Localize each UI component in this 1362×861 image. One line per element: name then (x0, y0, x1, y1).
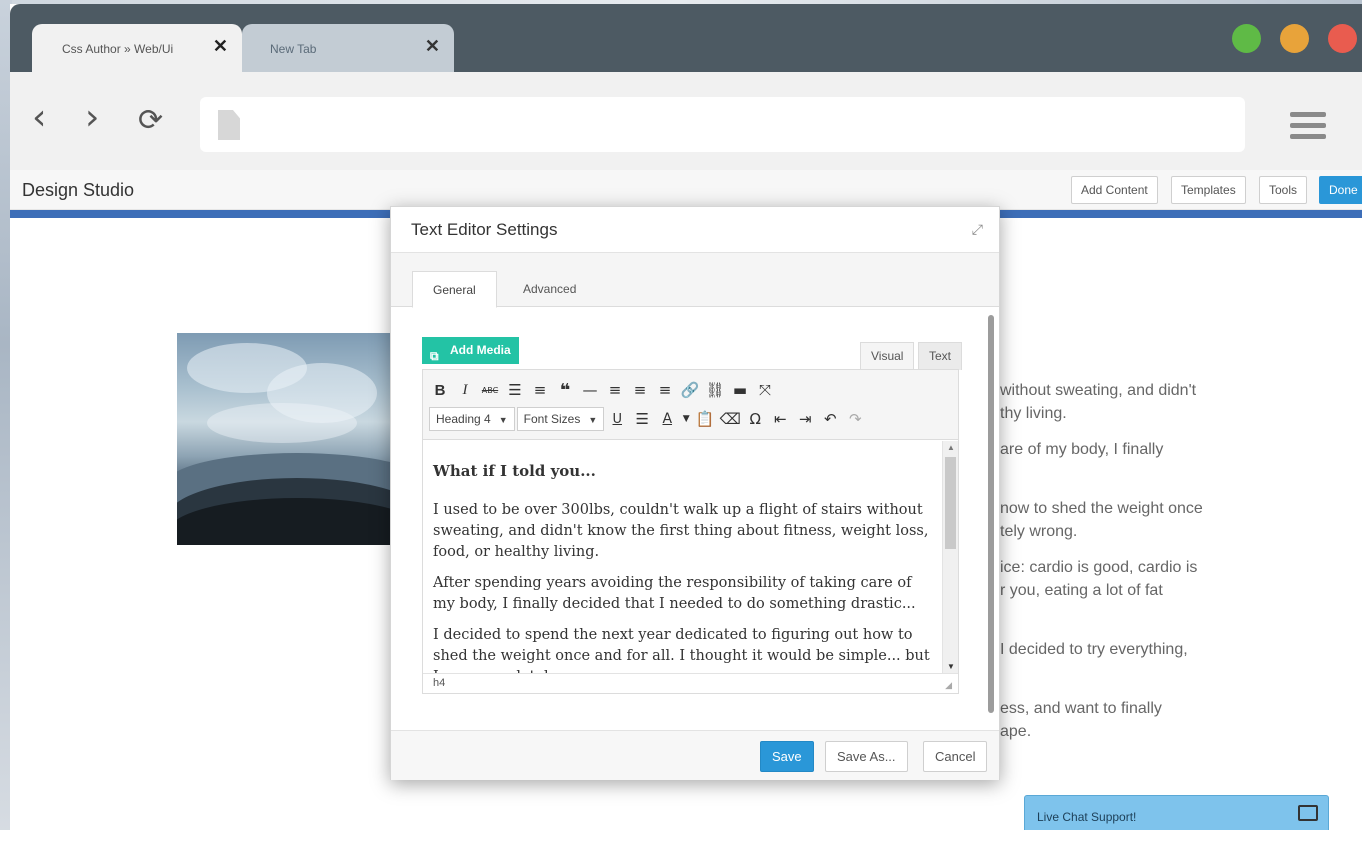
add-content-button[interactable]: Add Content (1071, 176, 1158, 204)
background-text-line: ice: cardio is good, cardio is (1000, 559, 1198, 576)
dialog-title: Text Editor Settings (411, 220, 558, 239)
content-paragraph: I used to be over 300lbs, couldn't walk … (433, 502, 929, 560)
hamburger-menu-icon[interactable] (1290, 112, 1326, 142)
backdrop-bottom (0, 830, 1362, 861)
tab-visual[interactable]: Visual (860, 342, 915, 370)
background-text-line: I decided to try everything, (1000, 641, 1188, 658)
close-window-button[interactable] (1328, 24, 1357, 53)
fullscreen-icon[interactable]: ⤧ (754, 378, 776, 402)
read-more-icon[interactable]: ▬ (729, 378, 751, 402)
builder-bar: Design Studio Add Content Templates Tool… (10, 170, 1362, 210)
bullet-list-icon[interactable]: ☰ (504, 378, 526, 402)
save-button[interactable]: Save (760, 741, 814, 772)
background-text-line: now to shed the weight once (1000, 500, 1203, 517)
horizontal-rule-icon[interactable]: — (579, 378, 601, 402)
tab-text[interactable]: Text (918, 342, 963, 370)
live-chat-widget[interactable]: Live Chat Support! (1024, 795, 1329, 832)
paste-text-icon[interactable]: 📋 (694, 407, 716, 431)
resize-grip-icon[interactable]: ◢ (945, 680, 952, 691)
blockquote-icon[interactable]: ❝ (554, 378, 576, 402)
media-icon: ⧉ (430, 349, 439, 363)
dialog-tabs: General Advanced (391, 253, 999, 308)
editor-scrollbar[interactable]: ▲ ▼ (942, 441, 958, 673)
minimize-window-button[interactable] (1280, 24, 1309, 53)
text-color-icon[interactable]: A (656, 407, 678, 431)
text-color-dropdown-icon[interactable]: ▼ (681, 407, 691, 431)
address-bar[interactable] (200, 97, 1245, 152)
justify-icon[interactable]: ☰ (631, 407, 653, 431)
indent-icon[interactable]: ⇥ (794, 407, 816, 431)
dialog-footer: Save Save As... Cancel (391, 730, 999, 780)
editor-toolbar: B I ABC ☰ ≡ ❝ — ≡ ≡ ≡ 🔗 ⛓ ▬ ⤧ Heading 4 ▼… (423, 370, 958, 440)
done-button[interactable]: Done (1319, 176, 1362, 204)
clear-formatting-icon[interactable]: ⌫ (719, 407, 741, 431)
dialog-header: Text Editor Settings ⤢ (391, 207, 999, 253)
close-tab-icon[interactable]: ✕ (213, 36, 228, 57)
reload-icon[interactable]: ⟳ (138, 103, 163, 139)
content-heading: What if I told you... (433, 462, 596, 480)
rich-text-editor: B I ABC ☰ ≡ ❝ — ≡ ≡ ≡ 🔗 ⛓ ▬ ⤧ Heading 4 ▼… (422, 369, 959, 694)
redo-icon[interactable]: ↷ (844, 407, 866, 431)
maximize-window-button[interactable] (1232, 24, 1261, 53)
content-paragraph: After spending years avoiding the respon… (433, 575, 916, 612)
italic-icon[interactable]: I (454, 378, 476, 402)
builder-title: Design Studio (22, 180, 135, 200)
underline-icon[interactable]: U (606, 407, 628, 431)
add-media-button[interactable]: ⧉ Add Media (422, 337, 519, 364)
background-text-line: ess, and want to finally (1000, 700, 1162, 717)
element-path[interactable]: h4 (433, 677, 445, 689)
forward-arrow-icon[interactable]: › (85, 100, 99, 136)
back-arrow-icon[interactable]: ‹ (32, 100, 46, 136)
browser-tab-new[interactable]: New Tab ✕ (242, 24, 454, 72)
strikethrough-icon[interactable]: ABC (479, 378, 501, 402)
bold-icon[interactable]: B (429, 378, 451, 402)
templates-button[interactable]: Templates (1171, 176, 1246, 204)
browser-tab-active[interactable]: Css Author » Web/Ui ✕ (32, 24, 242, 72)
tab-title: Css Author » Web/Ui (62, 42, 174, 56)
background-text-line: thy living. (1000, 405, 1067, 422)
outdent-icon[interactable]: ⇤ (769, 407, 791, 431)
background-text-line: are of my body, I finally (1000, 441, 1164, 458)
align-right-icon[interactable]: ≡ (654, 378, 676, 402)
tools-button[interactable]: Tools (1259, 176, 1308, 204)
editor-content[interactable]: What if I told you... I used to be over … (423, 441, 944, 673)
cancel-button[interactable]: Cancel (923, 741, 988, 772)
scroll-down-icon[interactable]: ▼ (947, 662, 955, 671)
text-editor-settings-dialog: Text Editor Settings ⤢ General Advanced … (390, 206, 1000, 780)
unlink-icon[interactable]: ⛓ (704, 378, 726, 402)
font-size-select[interactable]: Font Sizes ▼ (516, 407, 605, 431)
background-text-line: ape. (1000, 723, 1032, 740)
tab-title: New Tab (270, 42, 317, 56)
landscape-image (177, 333, 407, 545)
tab-strip: Css Author » Web/Ui ✕ New Tab ✕ (10, 4, 1362, 72)
save-as-button[interactable]: Save As... (825, 741, 908, 772)
tab-advanced[interactable]: Advanced (503, 271, 596, 308)
browser-toolbar: ‹ › ⟳ (10, 72, 1362, 170)
expand-icon[interactable]: ⤢ (972, 221, 983, 238)
scroll-thumb[interactable] (945, 457, 956, 549)
align-center-icon[interactable]: ≡ (629, 378, 651, 402)
tab-general[interactable]: General (412, 271, 497, 308)
background-text-line: without sweating, and didn't (1000, 382, 1197, 399)
background-text-line: tely wrong. (1000, 523, 1078, 540)
dialog-scrollbar[interactable] (988, 315, 994, 713)
align-left-icon[interactable]: ≡ (604, 378, 626, 402)
editor-status-bar: h4 ◢ (423, 673, 958, 694)
scroll-up-icon[interactable]: ▲ (947, 443, 955, 452)
chat-window-icon (1298, 805, 1318, 821)
page-icon (218, 110, 240, 140)
special-character-icon[interactable]: Ω (744, 407, 766, 431)
chat-label: Live Chat Support! (1037, 810, 1137, 824)
background-text-line: r you, eating a lot of fat (1000, 582, 1163, 599)
numbered-list-icon[interactable]: ≡ (529, 378, 551, 402)
undo-icon[interactable]: ↶ (819, 407, 841, 431)
link-icon[interactable]: 🔗 (679, 378, 701, 402)
add-media-label: Add Media (450, 343, 511, 357)
close-tab-icon[interactable]: ✕ (425, 36, 440, 57)
content-paragraph: I decided to spend the next year dedicat… (433, 627, 930, 673)
format-select[interactable]: Heading 4 ▼ (429, 407, 515, 431)
